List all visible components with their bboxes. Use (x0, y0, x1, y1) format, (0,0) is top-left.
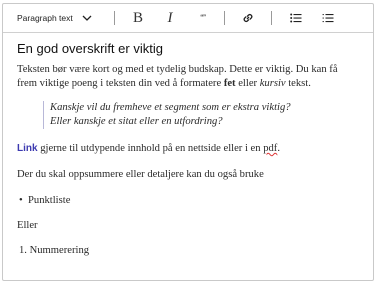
link-paragraph: Link gjerne til utdypende innhold på en … (17, 142, 280, 156)
paragraph-style-dropdown[interactable]: Paragraph text (17, 9, 92, 27)
link-button[interactable] (238, 8, 258, 28)
intro-paragraph: Teksten bør være kort og med et tydelig … (17, 63, 359, 91)
toolbar-divider (114, 11, 115, 25)
misspelled-word: pdf (263, 143, 278, 154)
numbered-item-text: Nummerering (29, 245, 90, 256)
numbered-list-icon (322, 14, 334, 23)
bullet-list-icon (290, 13, 302, 23)
bold-text: fet (223, 78, 236, 89)
bold-button[interactable]: B (128, 8, 148, 28)
bullet-list-item: • Punktliste (19, 194, 70, 208)
quote-icon: “” (200, 15, 206, 21)
summary-paragraph: Der du skal oppsummere eller detaljere k… (17, 169, 264, 180)
rich-text-editor: Paragraph text B I “” En god overskrift … (2, 3, 374, 281)
number-marker: 1. (19, 245, 27, 256)
link-icon (243, 13, 253, 23)
paragraph-text: gjerne til utdypende innhold på en netts… (37, 143, 264, 154)
link[interactable]: Link (17, 143, 38, 154)
heading: En god overskrift er viktig (17, 41, 163, 56)
formatting-toolbar: Paragraph text B I “” (3, 4, 373, 33)
bullet-item-text: Punktliste (28, 195, 71, 206)
numbered-list-item: 1. Nummerering (19, 244, 89, 258)
italic-text: kursiv (259, 78, 286, 89)
paragraph-text: . (277, 143, 280, 154)
bullet-list-button[interactable] (286, 8, 306, 28)
quote-line: Kanskje vil du fremheve et segment som e… (50, 102, 291, 113)
paragraph-style-label: Paragraph text (17, 13, 73, 23)
or-paragraph: Eller (17, 220, 38, 231)
toolbar-divider (224, 11, 225, 25)
italic-button[interactable]: I (160, 8, 180, 28)
bold-icon: B (132, 9, 143, 26)
intro-text: eller (235, 78, 260, 89)
quote-line: Eller kanskje et sitat eller en utfordri… (50, 116, 223, 127)
numbered-list-button[interactable] (318, 8, 338, 28)
blockquote: Kanskje vil du fremheve et segment som e… (43, 101, 291, 129)
chevron-down-icon (82, 15, 92, 21)
toolbar-divider (271, 11, 272, 25)
intro-text: tekst. (285, 78, 311, 89)
bullet-marker: • (19, 195, 23, 206)
quote-button[interactable]: “” (193, 8, 213, 28)
italic-icon: I (167, 9, 173, 26)
